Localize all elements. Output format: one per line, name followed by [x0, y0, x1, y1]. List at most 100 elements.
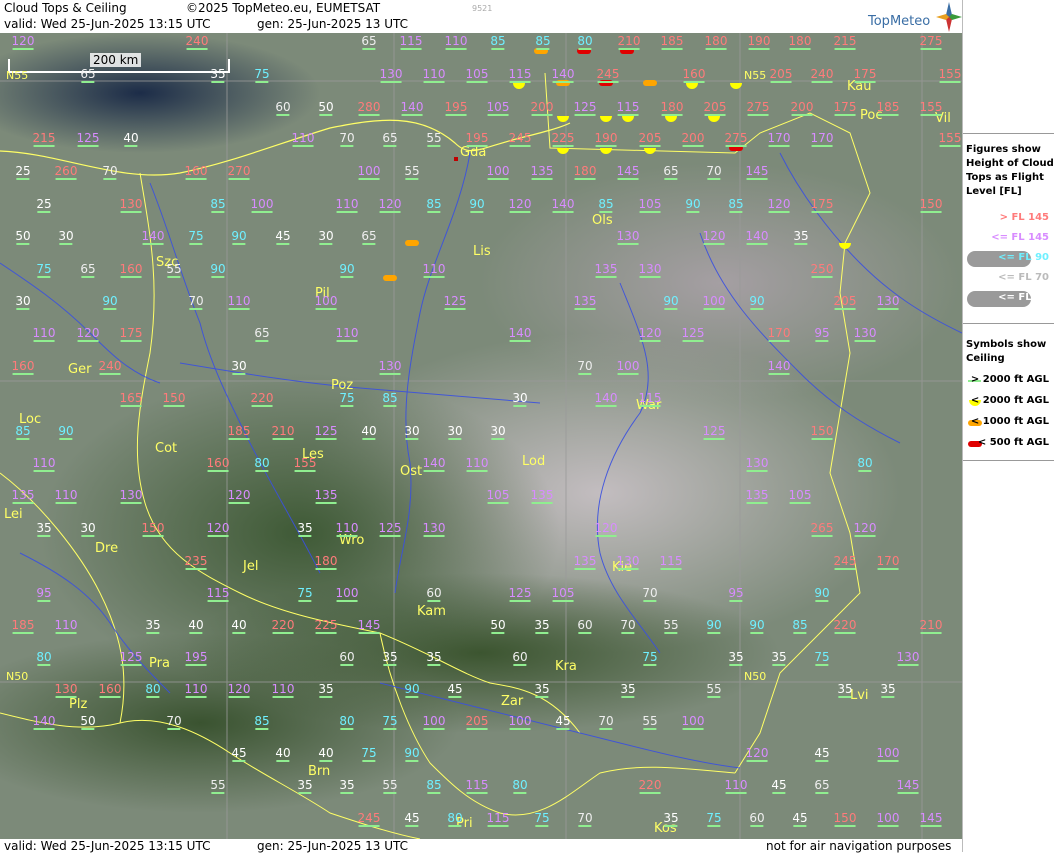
- flight-level-value: 115: [486, 811, 510, 827]
- flight-level-value: 80: [339, 714, 355, 730]
- flight-level-value: 50: [15, 229, 31, 245]
- flight-level-value: 55: [426, 131, 442, 147]
- flight-level-value: 35: [210, 67, 226, 83]
- city-label[interactable]: Kam: [417, 604, 446, 619]
- flight-level-value: 120: [227, 682, 251, 698]
- flight-level-value: 85: [728, 197, 744, 213]
- city-label[interactable]: Lis: [473, 244, 491, 259]
- city-label[interactable]: Gda: [454, 145, 486, 161]
- flight-level-value: 120: [702, 229, 726, 245]
- copyright: ©2025 TopMeteo.eu, EUMETSAT: [186, 1, 381, 15]
- city-label[interactable]: Ost: [400, 464, 422, 479]
- flight-level-value: 150: [919, 197, 943, 213]
- flight-level-value: 120: [378, 197, 402, 213]
- flight-level-value: 70: [577, 359, 593, 375]
- ceiling-symbol-1000: [383, 275, 397, 281]
- flight-level-value: 155: [938, 131, 962, 147]
- city-label[interactable]: Plz: [69, 697, 87, 712]
- city-label[interactable]: Zar: [501, 694, 523, 709]
- flight-level-value: 110: [184, 682, 208, 698]
- flight-level-value: 140: [422, 456, 446, 472]
- city-label[interactable]: Kra: [555, 659, 577, 674]
- city-label[interactable]: Jel: [243, 559, 258, 574]
- ceiling-symbol-2000: [622, 116, 634, 122]
- flight-level-value: 120: [76, 326, 100, 342]
- generated-time: gen: 25-Jun-2025 13 UTC: [257, 17, 409, 31]
- flight-level-value: 95: [728, 586, 744, 602]
- flight-level-value: 135: [530, 164, 554, 180]
- grid-label-n55-west: N55: [6, 69, 29, 82]
- flight-level-value: 40: [123, 131, 139, 147]
- ceiling-symbol-2000: [600, 116, 612, 122]
- footer-valid-time: valid: Wed 25-Jun-2025 13:15 UTC: [4, 839, 211, 853]
- city-label[interactable]: Lvi: [850, 688, 869, 703]
- flight-level-value: 145: [357, 618, 381, 634]
- flight-level-value: 115: [616, 100, 640, 116]
- flight-level-value: 125: [378, 521, 402, 537]
- flight-level-value: 205: [769, 67, 793, 83]
- flight-level-value: 190: [747, 34, 771, 50]
- flight-level-value: 55: [166, 262, 182, 278]
- flight-level-value: 100: [876, 746, 900, 762]
- flight-level-value: 125: [76, 131, 100, 147]
- flight-level-value: 250: [810, 262, 834, 278]
- flight-level-value: 210: [617, 34, 641, 50]
- flight-level-value: 70: [642, 586, 658, 602]
- grid-label-n55-east: N55: [744, 69, 767, 82]
- flight-level-value: 70: [577, 811, 593, 827]
- city-label[interactable]: Cot: [155, 441, 177, 456]
- satellite-map[interactable]: 200 km N55 N55 N50 N50 Gda Kau Poc Vil S…: [0, 33, 962, 839]
- legend-ceiling-label: < 2000 ft AGL: [970, 395, 1049, 406]
- flight-level-value: 70: [598, 714, 614, 730]
- flight-level-value: 220: [271, 618, 295, 634]
- legend-ceiling-heading: Symbols show Ceiling: [966, 339, 1047, 364]
- flight-level-value: 90: [814, 586, 830, 602]
- flight-level-value: 100: [486, 164, 510, 180]
- flight-level-value: 125: [681, 326, 705, 342]
- flight-level-value: 220: [638, 778, 662, 794]
- flight-level-value: 110: [32, 456, 56, 472]
- flight-level-value: 185: [11, 618, 35, 634]
- city-label[interactable]: Ols: [592, 213, 613, 228]
- flight-level-value: 45: [231, 746, 247, 762]
- flight-level-value: 195: [184, 650, 208, 666]
- city-label[interactable]: Ger: [68, 362, 91, 377]
- flight-level-value: 40: [275, 746, 291, 762]
- flight-level-value: 25: [15, 164, 31, 180]
- flight-level-value: 60: [426, 586, 442, 602]
- city-label[interactable]: Lei: [4, 507, 23, 522]
- legend-separator: [963, 323, 1054, 324]
- flight-level-value: 275: [724, 131, 748, 147]
- flight-level-value: 40: [318, 746, 334, 762]
- ceiling-symbol-2000: [644, 148, 656, 154]
- flight-level-value: 35: [426, 650, 442, 666]
- flight-level-value: 50: [80, 714, 96, 730]
- city-label[interactable]: Brn: [308, 764, 330, 779]
- flight-level-value: 55: [404, 164, 420, 180]
- ceiling-symbol-2000: [665, 116, 677, 122]
- flight-level-value: 65: [80, 67, 96, 83]
- valid-time: valid: Wed 25-Jun-2025 13:15 UTC: [4, 17, 211, 31]
- flight-level-value: 130: [119, 197, 143, 213]
- legend-ceiling-row: > 2000 ft AGL: [963, 372, 1054, 390]
- flight-level-value: 165: [119, 391, 143, 407]
- flight-level-value: 65: [361, 229, 377, 245]
- flight-level-value: 90: [749, 618, 765, 634]
- flight-level-value: 150: [810, 424, 834, 440]
- flight-level-value: 45: [814, 746, 830, 762]
- city-label[interactable]: Dre: [95, 541, 118, 556]
- flight-level-value: 110: [444, 34, 468, 50]
- flight-level-value: 90: [58, 424, 74, 440]
- flight-level-value: 205: [703, 100, 727, 116]
- ceiling-symbol-2000: [708, 116, 720, 122]
- flight-level-value: 140: [508, 326, 532, 342]
- city-label[interactable]: Lod: [522, 454, 545, 469]
- flight-level-value: 75: [642, 650, 658, 666]
- flight-level-value: 100: [681, 714, 705, 730]
- flight-level-value: 60: [275, 100, 291, 116]
- flight-level-value: 105: [788, 488, 812, 504]
- city-label[interactable]: Pra: [149, 656, 170, 671]
- flight-level-value: 150: [141, 521, 165, 537]
- flight-level-value: 85: [490, 34, 506, 50]
- flight-level-value: 65: [80, 262, 96, 278]
